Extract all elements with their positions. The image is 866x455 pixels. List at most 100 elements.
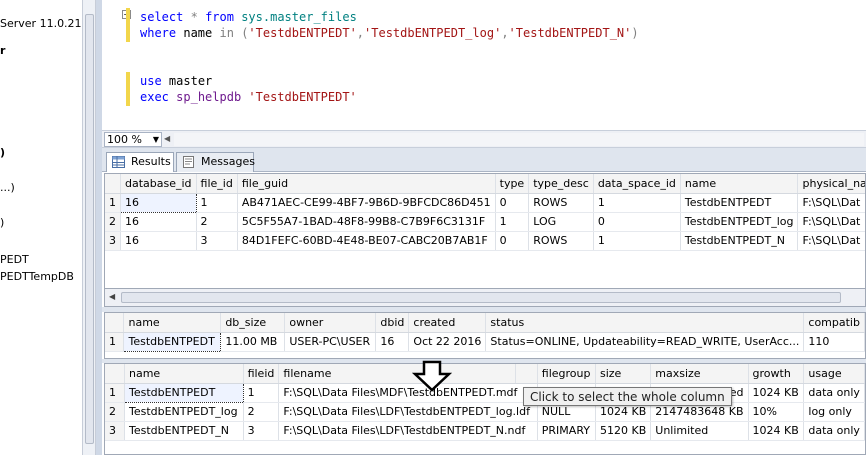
table-cell[interactable]: 0 [593, 212, 681, 232]
column-header[interactable]: file_id [196, 174, 238, 194]
table-row[interactable]: 1 16 1 AB471AEC-CE99-4BF7-9B6D-9BFCDC86D… [105, 192, 865, 213]
column-header[interactable]: status [485, 313, 805, 333]
table-cell[interactable]: PRIMARY [537, 421, 597, 441]
column-header[interactable]: name [123, 313, 222, 333]
column-header[interactable]: physical_name [797, 174, 865, 194]
table-cell[interactable]: log only [803, 402, 865, 422]
column-header[interactable]: type [495, 174, 530, 194]
table-cell[interactable]: TestdbENTPEDT_log [124, 402, 244, 422]
table-cell[interactable]: 16 [120, 212, 197, 232]
table-cell[interactable]: 0 [495, 231, 530, 251]
column-header[interactable]: type_desc [528, 174, 594, 194]
table-cell[interactable]: 10% [748, 402, 805, 422]
table-cell[interactable]: 1024 KB [748, 383, 805, 403]
table-cell[interactable]: TestdbENTPEDT [123, 382, 244, 403]
column-header-spacer[interactable] [515, 364, 538, 384]
column-header[interactable]: usage [803, 364, 865, 384]
table-cell[interactable]: F:\SQL\Dat [797, 193, 865, 213]
zoom-select[interactable]: 100 % ▼ [104, 132, 162, 147]
table-cell[interactable]: 1 [593, 231, 681, 251]
table-cell[interactable]: AB471AEC-CE99-4BF7-9B6D-9BFCDC86D451 [237, 193, 496, 213]
table-row[interactable]: 1 TestdbENTPEDT 1 F:\SQL\Data Files\MDF\… [105, 382, 865, 403]
explorer-node[interactable]: r [0, 44, 5, 57]
column-header[interactable]: db_size [220, 313, 286, 333]
table-cell[interactable]: USER-PC\USER [284, 332, 377, 352]
table-cell[interactable]: F:\SQL\Data Files\LDF\TestdbENTPEDT_log.… [278, 402, 538, 422]
column-header[interactable]: created [408, 313, 487, 333]
explorer-node[interactable]: ...) [0, 181, 15, 194]
row-header-corner[interactable] [105, 313, 125, 333]
grid-hscrollbar[interactable]: ◀ [104, 289, 866, 307]
table-cell[interactable]: 84D1FEFC-60BD-4E48-BE07-CABC20B7AB1F [237, 231, 496, 251]
explorer-database-node[interactable]: PEDT [0, 253, 29, 266]
editor-hscrollbar[interactable] [174, 133, 864, 146]
results-grid-helpdb-summary[interactable]: name db_size owner dbid created status c… [104, 312, 866, 359]
row-number[interactable]: 1 [105, 193, 121, 213]
table-row[interactable]: 2 16 2 5C5F55A7-1BAD-48F8-99B8-C7B9F6C31… [105, 212, 865, 232]
column-header[interactable]: size [595, 364, 652, 384]
row-header-corner[interactable] [105, 364, 125, 384]
table-cell[interactable]: 1 [196, 193, 238, 213]
explorer-node[interactable]: ) [0, 216, 4, 229]
table-cell[interactable]: 3 [243, 421, 280, 441]
row-header-corner[interactable] [105, 174, 121, 194]
row-number[interactable]: 3 [105, 421, 125, 441]
table-cell[interactable]: Unlimited [650, 421, 749, 441]
table-cell[interactable]: 110 [803, 332, 865, 352]
table-cell[interactable]: 3 [196, 231, 238, 251]
table-cell[interactable]: F:\SQL\Dat [797, 231, 865, 251]
explorer-scrollbar[interactable] [82, 0, 96, 455]
table-cell[interactable]: 16 [120, 192, 197, 213]
table-cell[interactable]: 1 [495, 212, 530, 232]
query-editor[interactable]: − select * from sys.master_files where n… [102, 0, 866, 130]
column-header[interactable]: name [124, 364, 244, 384]
column-header[interactable]: filename [278, 364, 517, 384]
table-cell[interactable]: 11.00 MB [220, 332, 286, 352]
table-cell[interactable]: 1 [593, 193, 681, 213]
tab-messages[interactable]: Messages [176, 152, 255, 172]
table-cell[interactable]: Status=ONLINE, Updateability=READ_WRITE,… [485, 332, 805, 352]
table-cell[interactable]: data only [803, 421, 865, 441]
table-cell[interactable]: F:\SQL\Data Files\LDF\TestdbENTPEDT_N.nd… [278, 421, 538, 441]
table-cell[interactable]: 2 [196, 212, 238, 232]
column-header[interactable]: file_guid [237, 174, 496, 194]
column-header[interactable]: owner [284, 313, 377, 333]
row-number[interactable]: 3 [105, 231, 121, 251]
results-grid-master-files[interactable]: database_id file_id file_guid type type_… [104, 173, 866, 289]
code-line-1[interactable]: select * from sys.master_files [140, 9, 357, 25]
scroll-left-icon[interactable]: ◀ [164, 134, 170, 143]
code-line-5[interactable]: exec sp_helpdb 'TestdbENTPEDT' [140, 89, 357, 105]
table-row[interactable]: 2 TestdbENTPEDT_log 2 F:\SQL\Data Files\… [105, 402, 865, 422]
table-cell[interactable]: TestdbENTPEDT_log [680, 212, 799, 232]
column-header[interactable]: fileid [243, 364, 280, 384]
table-cell[interactable]: 5C5F55A7-1BAD-48F8-99B8-C7B9F6C3131F [237, 212, 496, 232]
column-header[interactable]: dbid [375, 313, 410, 333]
scroll-left-icon[interactable]: ◀ [109, 292, 115, 301]
column-header[interactable]: database_id [120, 174, 197, 194]
explorer-node[interactable]: ) [0, 146, 5, 159]
column-header[interactable]: maxsize [650, 364, 749, 384]
results-grid-helpdb-files[interactable]: name fileid filename filegroup size maxs… [104, 363, 866, 455]
code-line-2[interactable]: where name in ('TestdbENTPEDT','TestdbEN… [140, 25, 639, 41]
explorer-server-node[interactable]: Server 11.0.2100 [0, 17, 82, 30]
table-cell[interactable]: F:\SQL\Dat [797, 212, 865, 232]
table-cell[interactable]: ROWS [528, 231, 594, 251]
table-cell[interactable]: Oct 22 2016 [408, 332, 487, 352]
table-cell[interactable]: TestdbENTPEDT [680, 193, 799, 213]
explorer-database-node[interactable]: PEDTTempDB [0, 270, 74, 283]
table-cell[interactable]: TestdbENTPEDT_N [124, 421, 244, 441]
tab-results[interactable]: Results [106, 152, 174, 172]
table-cell[interactable]: LOG [528, 212, 594, 232]
table-cell[interactable]: data only [803, 383, 865, 403]
table-cell[interactable]: 2 [243, 402, 280, 422]
row-number[interactable]: 2 [105, 212, 121, 232]
table-cell[interactable]: 0 [495, 193, 530, 213]
table-row[interactable]: 3 16 3 84D1FEFC-60BD-4E48-BE07-CABC20B7A… [105, 231, 865, 251]
row-number[interactable]: 2 [105, 402, 125, 422]
table-row[interactable]: 1 TestdbENTPEDT 11.00 MB USER-PC\USER 16… [105, 331, 865, 352]
table-cell[interactable]: 1 [243, 383, 280, 403]
row-number[interactable]: 1 [105, 332, 125, 352]
table-row[interactable]: 3 TestdbENTPEDT_N 3 F:\SQL\Data Files\LD… [105, 421, 865, 441]
table-cell[interactable]: 5120 KB [595, 421, 652, 441]
column-header[interactable]: filegroup [537, 364, 597, 384]
